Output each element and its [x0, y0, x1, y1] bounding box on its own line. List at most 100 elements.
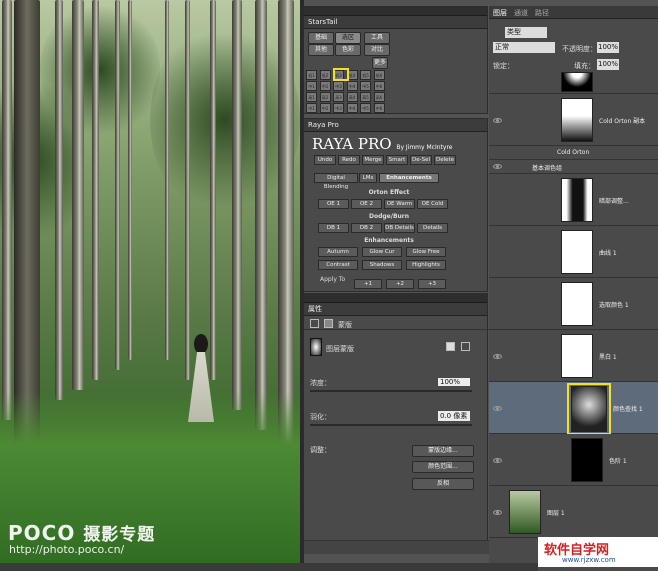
grid-cell[interactable]: 低1	[306, 70, 317, 80]
layer-name[interactable]: 黑白 1	[599, 352, 617, 361]
layer-name[interactable]: 图层 1	[547, 508, 565, 517]
raya-button[interactable]: Merge	[362, 155, 384, 165]
layer-row-selected[interactable]: 颜色查找 1	[489, 382, 658, 435]
grid-cell[interactable]: 高4	[346, 92, 358, 102]
starstail-btn-1[interactable]: 基础	[308, 32, 334, 44]
layer-name[interactable]: 曲线 1	[599, 248, 617, 257]
raya-button[interactable]: DB Details	[384, 223, 415, 233]
raya-button[interactable]: Glow Free	[406, 247, 446, 257]
layer-row[interactable]: 选取颜色 1	[489, 278, 658, 330]
layer-name[interactable]: 颜色查找 1	[613, 404, 643, 413]
raya-button[interactable]: OE 2	[351, 199, 382, 209]
tab-raya-pro[interactable]: Raya Pro	[304, 119, 487, 132]
tab-lms[interactable]: LMs	[359, 173, 377, 183]
vector-mask-icon[interactable]	[461, 342, 470, 351]
opacity-input[interactable]: 100%	[597, 42, 619, 53]
feather-value[interactable]: 0.0 像素	[438, 411, 470, 421]
raya-button[interactable]: Glow Cur	[362, 247, 402, 257]
grid-cell[interactable]: 低5	[360, 70, 371, 80]
raya-button[interactable]: De-Sel	[410, 155, 432, 165]
layer-row[interactable]: 色阶 1	[489, 434, 658, 486]
layer-name[interactable]: 选取颜色 1	[599, 300, 629, 309]
raya-button[interactable]: Contrast	[318, 260, 358, 270]
grid-cell[interactable]: 中6	[373, 103, 385, 113]
lock-label: 锁定：	[493, 62, 514, 70]
tab-starstail[interactable]: StarsTail	[304, 16, 487, 29]
grid-cell[interactable]: 中6	[373, 81, 385, 91]
starstail-btn-6[interactable]: 对比	[364, 44, 390, 56]
tab-layers[interactable]: 图层	[493, 8, 507, 18]
tab-channels[interactable]: 通道	[514, 8, 528, 18]
mask-edge-button[interactable]: 蒙版边缘...	[412, 445, 474, 457]
grid-cell[interactable]: 高2	[319, 92, 331, 102]
grid-cell[interactable]: 中4	[346, 103, 358, 113]
raya-button[interactable]: OE Cold	[417, 199, 448, 209]
fill-input[interactable]: 100%	[597, 59, 619, 70]
raya-button[interactable]: +2	[386, 279, 414, 289]
grid-cell[interactable]: 高5	[360, 92, 371, 102]
tab-digital-blending[interactable]: Digital Blending	[314, 173, 358, 190]
grid-cell[interactable]: 中1	[306, 103, 317, 113]
raya-button[interactable]: Shadows	[362, 260, 402, 270]
raya-button[interactable]: Autumn	[318, 247, 358, 257]
raya-button[interactable]: +1	[354, 279, 382, 289]
layer-name[interactable]: 色阶 1	[609, 456, 627, 465]
grid-cell[interactable]: 中3	[333, 103, 344, 113]
grid-cell[interactable]: 中5	[360, 81, 371, 91]
pixel-mask-icon[interactable]	[446, 342, 455, 351]
layer-row[interactable]	[489, 72, 658, 94]
color-range-button[interactable]: 颜色范围...	[412, 461, 474, 473]
raya-button[interactable]: +3	[418, 279, 446, 289]
density-value[interactable]: 100%	[438, 378, 470, 386]
raya-button[interactable]: DB 1	[318, 223, 349, 233]
layer-name[interactable]: 暗部调整...	[599, 196, 629, 205]
grid-cell[interactable]: 中3	[333, 81, 344, 91]
raya-button[interactable]: Redo	[338, 155, 360, 165]
grid-cell[interactable]: 高1	[306, 92, 317, 102]
raya-button[interactable]: Delete	[434, 155, 456, 165]
grid-cell[interactable]: 中5	[360, 103, 371, 113]
tab-paths[interactable]: 路径	[535, 8, 549, 18]
layer-row[interactable]: 基本调色组	[489, 160, 658, 174]
layer-row[interactable]: 曲线 1	[489, 226, 658, 278]
starstail-btn-3[interactable]: 工具	[364, 32, 390, 44]
starstail-btn-5[interactable]: 色彩	[335, 44, 361, 56]
grid-cell[interactable]: 高3	[333, 92, 344, 102]
grid-cell[interactable]: 低2	[319, 70, 331, 80]
filter-select[interactable]: 类型	[505, 27, 547, 38]
layer-row[interactable]: Cold Orton	[489, 146, 658, 160]
layer-name[interactable]: 基本调色组	[532, 163, 562, 172]
layer-row[interactable]: Cold Orton 副本	[489, 94, 658, 146]
tab-enhancements[interactable]: Enhancements	[379, 173, 439, 183]
grid-cell[interactable]: 中4	[346, 81, 358, 91]
layer-row[interactable]: 暗部调整...	[489, 174, 658, 226]
raya-button[interactable]: DB 2	[351, 223, 382, 233]
raya-button[interactable]: Undo	[314, 155, 336, 165]
more-button[interactable]: 更多	[372, 57, 388, 69]
layer-row[interactable]: 黑白 1	[489, 330, 658, 382]
raya-button[interactable]: OE Warm	[384, 199, 415, 209]
grid-cell[interactable]: 高6	[373, 92, 385, 102]
mask-icon[interactable]	[324, 319, 333, 328]
invert-button[interactable]: 反相	[412, 478, 474, 490]
layer-name[interactable]: Cold Orton 副本	[599, 116, 645, 125]
site-logo-url: www.rjzxw.com	[562, 556, 616, 564]
raya-button[interactable]: Smart	[386, 155, 408, 165]
grid-cell[interactable]: 中2	[319, 81, 331, 91]
grid-cell[interactable]: 中1	[306, 81, 317, 91]
layer-row[interactable]: 图层 1	[489, 486, 658, 538]
raya-button[interactable]: Details	[417, 223, 448, 233]
starstail-btn-4[interactable]: 其他	[308, 44, 334, 56]
photo-canvas[interactable]	[0, 0, 300, 571]
density-slider[interactable]	[310, 390, 472, 392]
orton-effect-heading: Orton Effect	[368, 189, 410, 196]
layer-name[interactable]: Cold Orton	[557, 149, 589, 156]
tab-properties[interactable]: 属性	[304, 303, 487, 316]
raya-button[interactable]: OE 1	[318, 199, 349, 209]
grid-cell[interactable]: 低6	[373, 70, 385, 80]
blend-mode-select[interactable]: 正常	[493, 42, 555, 53]
feather-slider[interactable]	[310, 424, 472, 426]
grid-cell[interactable]: 中2	[319, 103, 331, 113]
raya-button[interactable]: Highlights	[406, 260, 446, 270]
starstail-btn-2[interactable]: 选区	[335, 32, 361, 44]
